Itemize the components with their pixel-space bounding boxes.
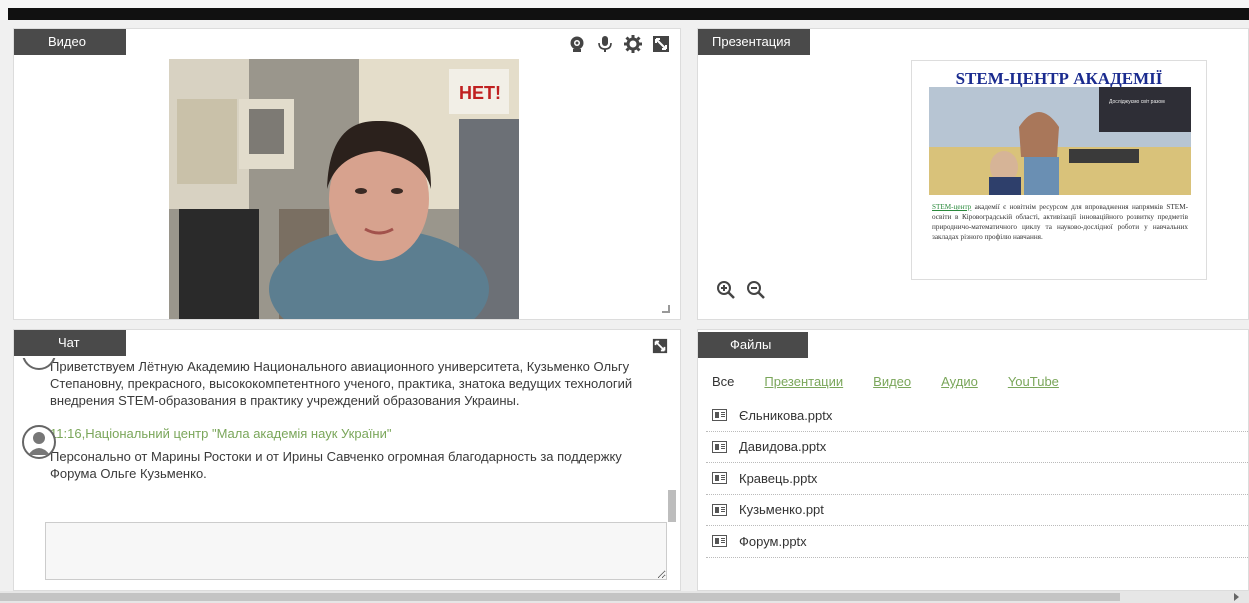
- video-panel: Видео НЕТ!: [13, 28, 681, 320]
- cam-sign-text: НЕТ!: [459, 83, 501, 103]
- tab-youtube[interactable]: YouTube: [1008, 374, 1059, 389]
- chat-message-text: Приветствуем Лётную Академию Национально…: [50, 359, 633, 408]
- slide-title: STEM-ЦЕНТР АКАДЕМІЇ: [955, 69, 1163, 88]
- tab-all[interactable]: Все: [712, 374, 734, 389]
- gear-icon[interactable]: [624, 35, 642, 53]
- presentation-file-icon: [712, 440, 727, 453]
- slide-body-text: академії є новітнім ресурсом для впровад…: [932, 203, 1188, 241]
- list-item[interactable]: Єльникова.pptx: [706, 400, 1249, 432]
- chat-message: 11:16,Національний центр "Мала академія …: [22, 425, 662, 482]
- chat-input[interactable]: [45, 522, 667, 580]
- chat-scrollbar[interactable]: [668, 490, 676, 522]
- slide-image: Досліджуємо світ разом: [929, 87, 1191, 195]
- file-name: Давидова.pptx: [739, 439, 827, 455]
- list-item[interactable]: Кузьменко.ppt: [706, 495, 1249, 526]
- presentation-file-icon: [712, 503, 727, 516]
- tab-presentations[interactable]: Презентации: [764, 374, 843, 389]
- slide-image-caption: Досліджуємо світ разом: [1109, 99, 1165, 105]
- tab-video[interactable]: Видео: [873, 374, 911, 389]
- file-name: Форум.pptx: [739, 533, 807, 549]
- list-item[interactable]: Форум.pptx: [706, 526, 1249, 558]
- window-top-bar: [0, 0, 1249, 20]
- chat-message-text: Персонально от Марины Ростоки и от Ирины…: [50, 449, 622, 481]
- presentation-file-icon: [712, 472, 727, 485]
- expand-icon[interactable]: [652, 35, 670, 53]
- video-panel-title: Видео: [14, 29, 126, 55]
- files-panel: Файлы Все Презентации Видео Аудио YouTub…: [697, 329, 1249, 591]
- scroll-right-arrow-icon[interactable]: [1234, 593, 1239, 601]
- list-item[interactable]: Давидова.pptx: [706, 432, 1249, 463]
- webcam-video-feed: НЕТ!: [169, 59, 519, 319]
- file-name: Кравець.pptx: [739, 470, 818, 486]
- presentation-file-icon: [712, 409, 727, 422]
- slide-link[interactable]: STEM-центр: [932, 203, 971, 211]
- video-resize-handle[interactable]: [662, 305, 670, 313]
- presentation-panel: Презентация STEM-ЦЕНТР АКАДЕМІЇ Досліджу…: [697, 28, 1249, 320]
- files-list: Єльникова.pptx Давидова.pptx Кравець.ppt…: [706, 400, 1249, 558]
- zoom-out-icon[interactable]: [746, 280, 766, 305]
- file-name: Кузьменко.ppt: [739, 502, 824, 518]
- chat-message-author[interactable]: Національний центр "Мала академія наук У…: [85, 426, 391, 441]
- horizontal-scrollbar-thumb[interactable]: [0, 593, 1120, 601]
- files-panel-title: Файлы: [698, 332, 808, 358]
- presentation-slide: STEM-ЦЕНТР АКАДЕМІЇ Досліджуємо світ раз…: [911, 60, 1207, 280]
- slide-text: STEM-центр академії є новітнім ресурсом …: [932, 202, 1188, 242]
- presentation-file-icon: [712, 535, 727, 548]
- chat-panel-title: Чат: [14, 330, 126, 356]
- avatar: [22, 425, 56, 459]
- horizontal-scrollbar[interactable]: [0, 591, 1249, 603]
- file-name: Єльникова.pptx: [739, 407, 833, 423]
- microphone-icon[interactable]: [596, 35, 614, 53]
- presentation-panel-title: Презентация: [698, 29, 810, 55]
- chat-message: Приветствуем Лётную Академию Национально…: [22, 358, 662, 409]
- chat-panel: Чат Приветствуем Лётную Академию Национа…: [13, 329, 681, 591]
- webcam-icon[interactable]: [568, 35, 586, 53]
- tab-audio[interactable]: Аудио: [941, 374, 978, 389]
- chat-message-header: 11:16,Національний центр "Мала академія …: [50, 425, 662, 442]
- zoom-in-icon[interactable]: [716, 280, 736, 305]
- list-item[interactable]: Кравець.pptx: [706, 463, 1249, 495]
- files-filter-tabs: Все Презентации Видео Аудио YouTube: [712, 374, 1059, 389]
- chat-messages: Приветствуем Лётную Академию Национально…: [22, 358, 662, 518]
- chat-expand-icon[interactable]: [652, 338, 668, 354]
